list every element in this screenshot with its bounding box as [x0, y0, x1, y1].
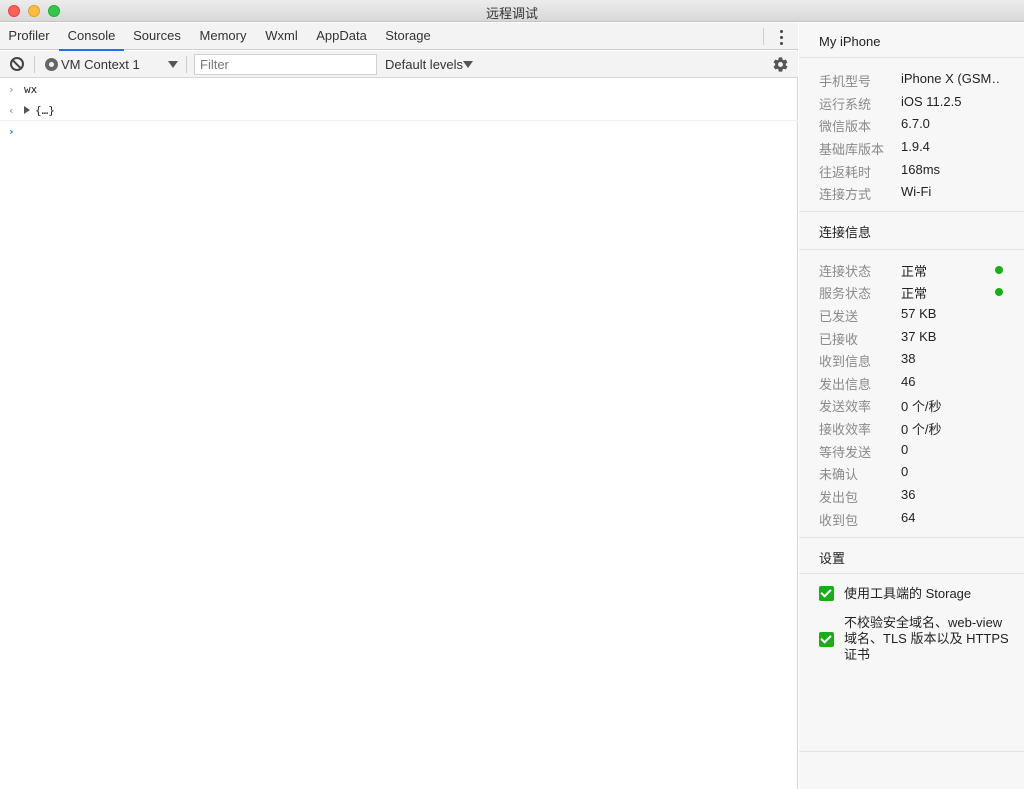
status-ok-dot-icon [995, 266, 1003, 274]
device-row: 往返耗时 168ms [819, 162, 941, 180]
connection-title: 连接信息 [819, 225, 872, 240]
console-output: › wx ‹ {…} › [0, 79, 798, 142]
gear-small-icon [45, 58, 58, 71]
connection-row: 已接收 37 KB [819, 329, 937, 347]
divider [799, 573, 1024, 574]
settings-title: 设置 [819, 551, 846, 566]
chevron-down-icon[interactable] [168, 61, 178, 68]
connection-row: 接收效率 0 个/秒 [819, 422, 942, 437]
title-bar: 远程调试 [0, 0, 1024, 22]
tab-storage[interactable]: Storage [379, 23, 437, 50]
console-input-line: › wx [0, 79, 798, 100]
divider [799, 537, 1024, 538]
device-row: 运行系统 iOS 11.2.5 [819, 94, 962, 112]
tab-console[interactable]: Console [59, 23, 124, 51]
settings-gear-icon[interactable] [772, 56, 789, 73]
console-prompt[interactable]: › [0, 121, 798, 142]
more-options-icon[interactable] [772, 28, 790, 46]
skip-domain-check-label: 不校验安全域名、web-view 域名、TLS 版本以及 HTTPS 证书 [844, 615, 1009, 662]
clear-console-icon[interactable] [10, 57, 24, 71]
connection-row: 未确认 0 [819, 464, 909, 482]
connection-row: 发出信息 46 [819, 374, 916, 392]
console-result-text: {…} [35, 104, 55, 117]
status-ok-dot-icon [995, 288, 1003, 296]
chevron-down-icon[interactable] [463, 61, 473, 68]
device-info-panel: My iPhone 手机型号 iPhone X (GSM… 运行系统 iOS 11.… [799, 23, 1024, 789]
use-tool-storage-label: 使用工具端的 Storage [844, 586, 972, 601]
window-title: 远程调试 [485, 6, 538, 21]
filter-input[interactable] [194, 54, 377, 75]
tab-wxml[interactable]: Wxml [259, 23, 304, 50]
tab-divider [763, 28, 764, 45]
device-row: 连接方式 Wi-Fi [819, 184, 932, 202]
tab-appdata[interactable]: AppData [310, 23, 373, 50]
expand-triangle-icon[interactable] [24, 106, 30, 114]
connection-row: 收到包 64 [819, 510, 916, 528]
tab-profiler[interactable]: Profiler [2, 23, 56, 50]
console-result-line[interactable]: ‹ {…} [0, 100, 798, 121]
device-row: 基础库版本 1.9.4 [819, 139, 930, 157]
toolbar-divider [34, 56, 35, 73]
devtools-pane: Profiler Console Sources Memory Wxml App… [0, 23, 798, 789]
skip-domain-check-checkbox[interactable] [819, 632, 834, 647]
output-chevron-icon: ‹ [8, 104, 15, 117]
connection-row: 收到信息 38 [819, 351, 916, 369]
device-title: My iPhone [819, 34, 881, 49]
connection-row: 等待发送 0 [819, 442, 909, 460]
toolbar-divider [186, 56, 187, 73]
connection-row: 服务状态 正常 [819, 283, 1019, 305]
tab-memory[interactable]: Memory [192, 23, 254, 50]
console-input-text: wx [24, 83, 38, 96]
tab-sources[interactable]: Sources [127, 23, 187, 50]
divider [799, 751, 1024, 752]
divider [799, 211, 1024, 212]
devtools-tab-bar: Profiler Console Sources Memory Wxml App… [0, 23, 798, 51]
use-tool-storage-checkbox[interactable] [819, 586, 834, 601]
divider [799, 249, 1024, 250]
connection-row: 已发送 57 KB [819, 306, 937, 324]
device-row: 手机型号 iPhone X (GSM… [819, 71, 1001, 89]
connection-row: 发送效率 0 个/秒 [819, 399, 942, 414]
log-levels-dropdown[interactable]: Default levels [385, 57, 463, 72]
prompt-chevron-icon: › [8, 125, 15, 138]
input-chevron-icon: › [8, 83, 15, 96]
console-toolbar: VM Context 1 Default levels [0, 51, 798, 78]
connection-row: 发出包 36 [819, 487, 916, 505]
context-selector[interactable]: VM Context 1 [61, 57, 140, 72]
divider [799, 57, 1024, 58]
device-row: 微信版本 6.7.0 [819, 116, 930, 134]
connection-row: 连接状态 正常 [819, 261, 1019, 283]
